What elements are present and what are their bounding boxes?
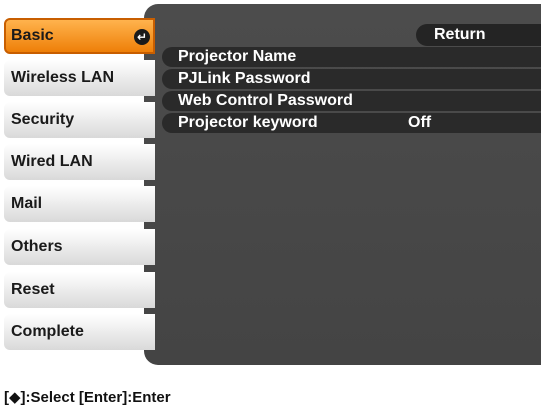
projector-name-row[interactable]: Projector Name bbox=[162, 47, 541, 67]
web-control-password-row[interactable]: Web Control Password bbox=[162, 91, 541, 111]
menu-item-label: Reset bbox=[11, 281, 55, 298]
menu-item-label: Basic bbox=[11, 27, 54, 44]
projector-settings-screen: Return Projector Name PJLink Password We… bbox=[0, 0, 541, 408]
status-bar: [◆]:Select [Enter]:Enter bbox=[0, 380, 541, 408]
return-button[interactable]: Return bbox=[416, 24, 541, 46]
menu-item-complete[interactable]: Complete bbox=[4, 314, 155, 350]
menu-item-wired-lan[interactable]: Wired LAN bbox=[4, 144, 155, 180]
menu-item-mail[interactable]: Mail bbox=[4, 186, 155, 222]
menu-item-label: Wireless LAN bbox=[11, 69, 114, 86]
pjlink-password-row[interactable]: PJLink Password bbox=[162, 69, 541, 89]
menu-item-basic[interactable]: Basic ↵ bbox=[4, 18, 155, 54]
menu-item-security[interactable]: Security bbox=[4, 102, 155, 138]
key-hint-text: [◆]:Select [Enter]:Enter bbox=[4, 389, 171, 406]
menu-item-others[interactable]: Others bbox=[4, 229, 155, 265]
settings-panel: Return Projector Name PJLink Password We… bbox=[144, 4, 541, 365]
projector-keyword-row[interactable]: Projector keyword Off bbox=[162, 113, 541, 133]
projector-name-label: Projector Name bbox=[178, 48, 297, 65]
projector-keyword-label: Projector keyword bbox=[178, 114, 318, 131]
enter-icon: ↵ bbox=[134, 29, 150, 45]
menu-item-label: Others bbox=[11, 238, 63, 255]
menu-item-reset[interactable]: Reset bbox=[4, 272, 155, 308]
menu-item-label: Wired LAN bbox=[11, 153, 93, 170]
menu-item-label: Mail bbox=[11, 195, 43, 212]
menu-item-wireless-lan[interactable]: Wireless LAN bbox=[4, 60, 155, 96]
pjlink-password-label: PJLink Password bbox=[178, 70, 311, 87]
web-control-password-label: Web Control Password bbox=[178, 92, 353, 109]
menu-item-label: Complete bbox=[11, 323, 84, 340]
return-label: Return bbox=[434, 26, 486, 43]
projector-keyword-value: Off bbox=[408, 114, 432, 131]
menu-item-label: Security bbox=[11, 111, 75, 128]
